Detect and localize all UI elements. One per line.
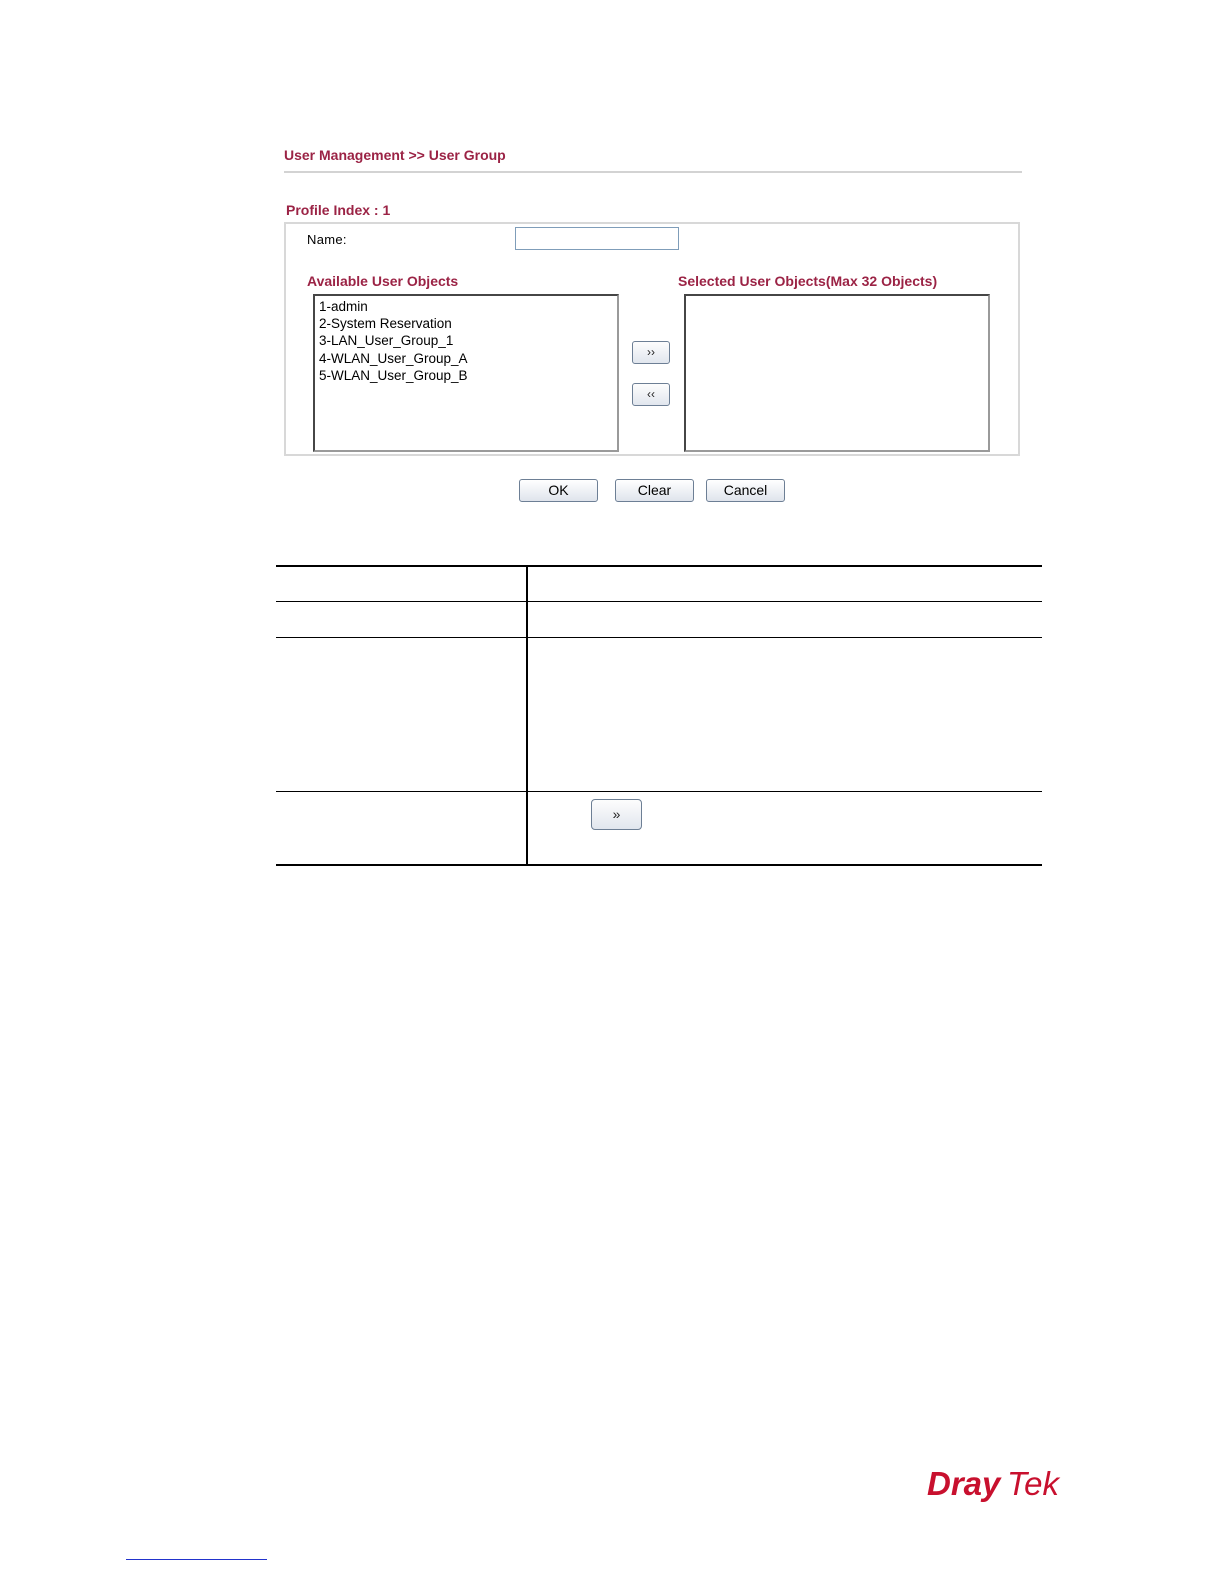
selected-user-objects-list[interactable] [684, 294, 990, 452]
available-user-objects-list[interactable]: 1-admin 2-System Reservation 3-LAN_User_… [313, 294, 619, 452]
selected-user-objects-label: Selected User Objects(Max 32 Objects) [678, 273, 938, 289]
add-object-button[interactable]: ›› [632, 341, 670, 364]
available-user-objects-label: Available User Objects [307, 273, 459, 289]
list-item[interactable]: 1-admin [319, 298, 613, 315]
table-row-divider [276, 791, 1042, 792]
divider [284, 171, 1022, 173]
remove-object-button[interactable]: ‹‹ [632, 383, 670, 406]
name-label: Name: [307, 232, 347, 247]
table-bottom-border [276, 864, 1042, 866]
add-object-button-illustration: » [591, 799, 642, 830]
table-column-divider [526, 566, 528, 865]
ok-button[interactable]: OK [519, 479, 598, 502]
logo-text-tek: Tek [1007, 1465, 1060, 1502]
list-item[interactable]: 5-WLAN_User_Group_B [319, 367, 613, 384]
profile-index-title: Profile Index : 1 [286, 202, 391, 218]
draytek-logo: Dray Tek [927, 1465, 1060, 1502]
footer-link-underline [126, 1559, 267, 1560]
clear-button[interactable]: Clear [615, 479, 694, 502]
list-item[interactable]: 3-LAN_User_Group_1 [319, 332, 613, 349]
breadcrumb: User Management >> User Group [284, 147, 506, 163]
table-row-divider [276, 637, 1042, 638]
table-top-border [276, 565, 1042, 567]
list-item[interactable]: 2-System Reservation [319, 315, 613, 332]
name-input[interactable] [515, 227, 679, 250]
logo-text-dray: Dray [927, 1465, 1002, 1502]
list-item[interactable]: 4-WLAN_User_Group_A [319, 350, 613, 367]
cancel-button[interactable]: Cancel [706, 479, 785, 502]
table-row-divider [276, 601, 1042, 602]
